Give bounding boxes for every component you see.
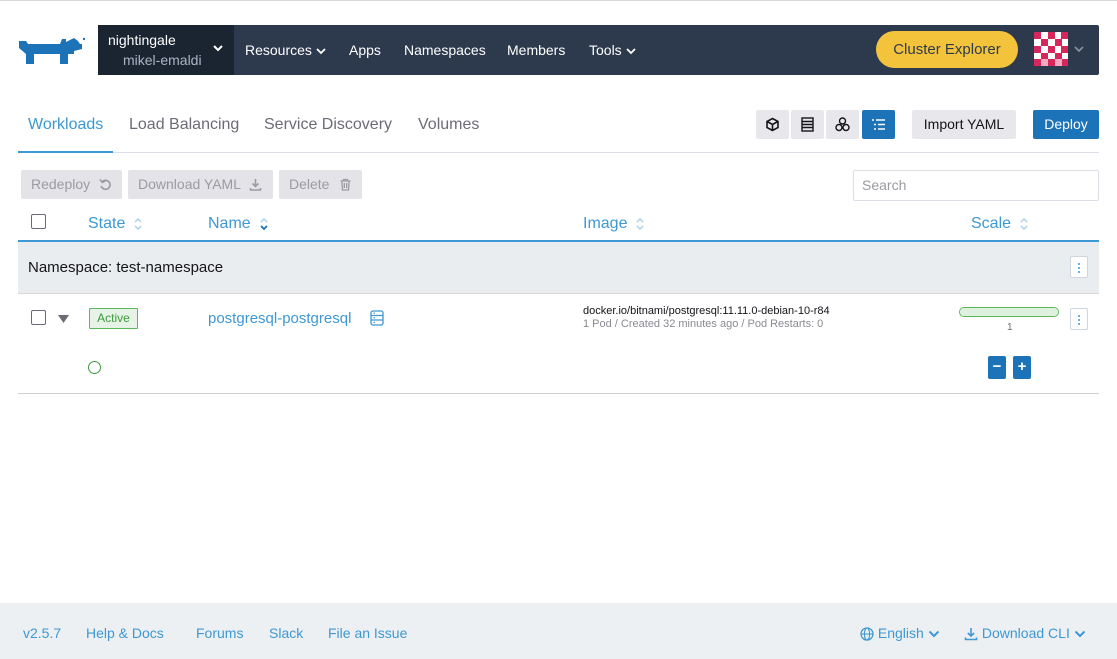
namespace-group-row: Namespace: test-namespace bbox=[18, 242, 1099, 294]
download-yaml-button[interactable]: Download YAML bbox=[128, 170, 273, 199]
view-grouped-list-button[interactable] bbox=[862, 110, 895, 139]
tabs-divider bbox=[18, 152, 1099, 153]
delete-button[interactable]: Delete bbox=[279, 170, 362, 199]
scale-down-button[interactable]: − bbox=[988, 356, 1006, 379]
project-name: mikel-emaldi bbox=[123, 52, 202, 68]
tab-workloads[interactable]: Workloads bbox=[28, 116, 103, 134]
nodes-icon bbox=[835, 117, 850, 132]
cube-icon bbox=[766, 117, 779, 132]
chevron-down-icon bbox=[316, 48, 326, 55]
download-cli-menu[interactable]: Download CLI bbox=[964, 625, 1086, 641]
cluster-name: nightingale bbox=[108, 32, 176, 48]
active-tab-indicator bbox=[18, 151, 113, 153]
language-selector[interactable]: English bbox=[860, 625, 940, 641]
help-docs-link[interactable]: Help & Docs bbox=[86, 625, 164, 641]
column-header-image[interactable]: Image bbox=[583, 215, 645, 233]
cluster-project-switcher[interactable]: nightingale mikel-emaldi bbox=[98, 25, 234, 75]
status-badge: Active bbox=[89, 308, 138, 329]
view-list-button[interactable] bbox=[791, 110, 824, 139]
sort-icon bbox=[1020, 217, 1028, 230]
nav-members[interactable]: Members bbox=[507, 25, 565, 75]
list-icon bbox=[801, 117, 814, 132]
chevron-down-icon bbox=[928, 631, 939, 638]
expand-caret-icon[interactable] bbox=[57, 314, 70, 324]
row-checkbox[interactable] bbox=[31, 310, 46, 325]
top-border bbox=[0, 0, 1117, 1]
sort-icon bbox=[134, 217, 142, 230]
nav-tools[interactable]: Tools bbox=[589, 25, 636, 75]
chevron-down-icon bbox=[626, 48, 636, 55]
group-actions-menu-button[interactable] bbox=[1070, 256, 1088, 278]
chevron-down-icon bbox=[213, 45, 223, 52]
footer-bar bbox=[0, 603, 1117, 659]
nav-namespaces[interactable]: Namespaces bbox=[404, 25, 486, 75]
database-icon bbox=[370, 310, 384, 326]
nav-resources[interactable]: Resources bbox=[245, 25, 326, 75]
tab-service-discovery[interactable]: Service Discovery bbox=[264, 116, 392, 134]
sort-icon bbox=[636, 217, 644, 230]
tab-volumes[interactable]: Volumes bbox=[418, 116, 479, 134]
chevron-down-icon bbox=[1074, 631, 1085, 638]
forums-link[interactable]: Forums bbox=[196, 625, 243, 641]
namespace-group-label: Namespace: test-namespace bbox=[28, 259, 224, 276]
chevron-down-icon[interactable] bbox=[1073, 44, 1085, 54]
user-avatar[interactable] bbox=[1034, 32, 1068, 66]
scale-progress-bar bbox=[959, 307, 1059, 317]
view-nodes-button[interactable] bbox=[826, 110, 859, 139]
row-actions-menu-button[interactable] bbox=[1070, 308, 1088, 330]
tab-load-balancing[interactable]: Load Balancing bbox=[129, 116, 239, 134]
workload-image: docker.io/bitnami/postgresql:11.11.0-deb… bbox=[583, 305, 830, 317]
column-header-state[interactable]: State bbox=[88, 215, 143, 233]
import-yaml-button[interactable]: Import YAML bbox=[912, 110, 1016, 139]
select-all-checkbox[interactable] bbox=[31, 214, 46, 229]
column-header-scale[interactable]: Scale bbox=[971, 215, 1029, 233]
download-icon bbox=[249, 179, 262, 191]
version-link[interactable]: v2.5.7 bbox=[23, 625, 61, 641]
cluster-explorer-button[interactable]: Cluster Explorer bbox=[876, 31, 1018, 68]
search-input[interactable]: Search bbox=[853, 170, 1099, 201]
trash-icon bbox=[340, 178, 351, 191]
row-divider bbox=[18, 393, 1099, 394]
grouped-list-icon bbox=[872, 119, 885, 130]
scale-up-button[interactable]: + bbox=[1013, 356, 1031, 379]
globe-icon bbox=[860, 627, 874, 641]
nav-apps[interactable]: Apps bbox=[349, 25, 381, 75]
view-cube-button[interactable] bbox=[756, 110, 789, 139]
redeploy-button[interactable]: Redeploy bbox=[21, 170, 122, 199]
sort-desc-icon bbox=[260, 217, 268, 231]
column-header-name[interactable]: Name bbox=[208, 215, 269, 233]
workload-name-link[interactable]: postgresql-postgresql bbox=[208, 310, 351, 327]
slack-link[interactable]: Slack bbox=[269, 625, 303, 641]
file-issue-link[interactable]: File an Issue bbox=[328, 625, 407, 641]
deploy-button[interactable]: Deploy bbox=[1033, 110, 1099, 139]
redeploy-icon bbox=[99, 179, 111, 191]
pod-status-icon[interactable] bbox=[88, 361, 101, 374]
download-icon bbox=[964, 628, 978, 641]
workload-detail: 1 Pod / Created 32 minutes ago / Pod Res… bbox=[583, 318, 824, 330]
scale-count: 1 bbox=[1007, 322, 1013, 333]
rancher-logo-icon[interactable] bbox=[16, 32, 86, 68]
